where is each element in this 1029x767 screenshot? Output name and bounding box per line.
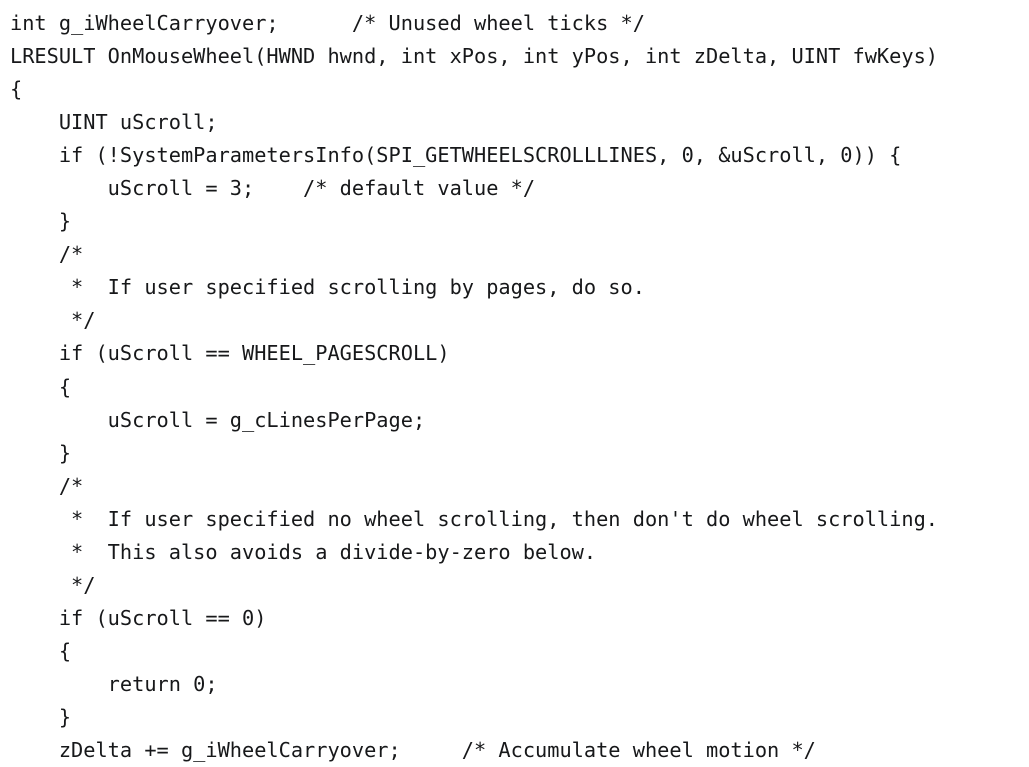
code-line: * If user specified no wheel scrolling, … [10,506,938,531]
code-line: int g_iWheelCarryover; /* Unused wheel t… [10,11,645,35]
code-line: * If user specified scrolling by pages, … [10,275,645,300]
code-line: uScroll = g_cLinesPerPage; [10,407,426,432]
code-line: } [10,440,72,465]
code-line: LRESULT OnMouseWheel(HWND hwnd, int xPos… [10,44,938,69]
code-line: } [10,209,72,234]
code-line: { [10,638,72,663]
code-line: zDelta += g_iWheelCarryover; /* Accumula… [10,738,816,763]
code-line: } [10,704,72,729]
code-line: if (uScroll == 0) [10,605,267,630]
code-line: { [10,374,72,399]
code-listing: int g_iWheelCarryover; /* Unused wheel t… [0,0,1029,767]
code-line: if (uScroll == WHEEL_PAGESCROLL) [10,341,450,366]
code-line: /* [10,242,84,267]
code-line: UINT uScroll; [10,110,218,135]
code-line: return 0; [10,671,218,696]
code-line: * This also avoids a divide-by-zero belo… [10,539,597,564]
code-line: /* [10,473,84,498]
code-line: uScroll = 3; /* default value */ [10,176,536,201]
code-line: */ [10,308,96,333]
code-line: { [10,77,23,102]
code-line: if (!SystemParametersInfo(SPI_GETWHEELSC… [10,143,902,168]
code-line: */ [10,572,96,597]
